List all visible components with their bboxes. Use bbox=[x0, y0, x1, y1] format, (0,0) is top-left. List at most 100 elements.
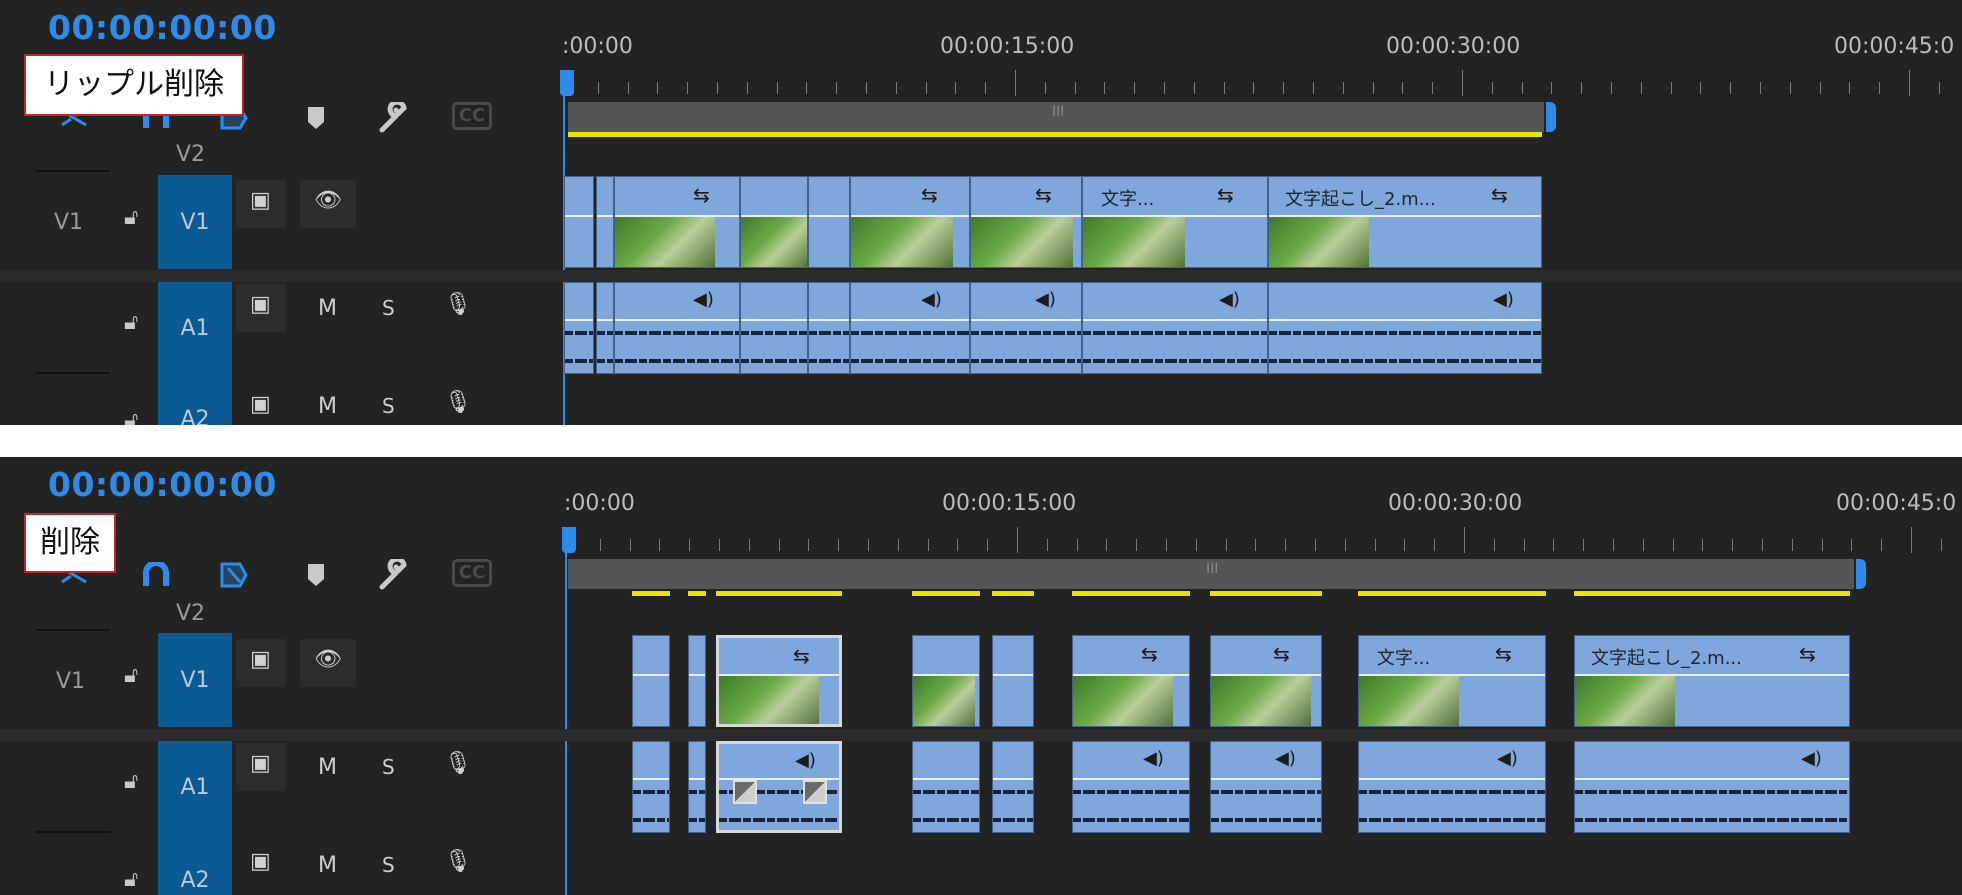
microphone-icon[interactable]: 🎙︎ bbox=[444, 751, 472, 776]
audio-clip[interactable]: ◀) bbox=[1268, 282, 1542, 374]
audio-clip[interactable] bbox=[632, 741, 670, 833]
lock-icon[interactable]: 🔓︎ bbox=[124, 663, 138, 688]
audio-speaker-icon: ◀) bbox=[1275, 748, 1296, 769]
linked-selection-icon[interactable] bbox=[136, 557, 176, 593]
track-label-v2[interactable]: V2 bbox=[176, 142, 205, 167]
track-target-a2[interactable]: A2 bbox=[158, 374, 232, 425]
video-clip[interactable]: 文字... ⇆ bbox=[1082, 176, 1268, 268]
timecode-display[interactable]: 00:00:00:00 bbox=[48, 8, 277, 47]
video-clip[interactable]: ⇆ bbox=[850, 176, 970, 268]
work-area-bar[interactable]: III bbox=[568, 559, 1854, 589]
track-target-a1[interactable]: A1 bbox=[158, 282, 232, 374]
video-clip[interactable]: ⇆ bbox=[1210, 635, 1322, 727]
track-output-icon[interactable]: ▣ bbox=[250, 849, 271, 874]
audio-clip[interactable]: ◀) bbox=[970, 282, 1082, 374]
eye-icon[interactable]: 👁︎ bbox=[314, 647, 342, 672]
audio-clip[interactable] bbox=[992, 741, 1034, 833]
ruler-tick bbox=[1342, 82, 1344, 94]
audio-clip[interactable]: ◀) bbox=[1574, 741, 1850, 833]
mute-button[interactable]: M bbox=[318, 755, 337, 780]
audio-clip[interactable]: ◀) bbox=[1358, 741, 1546, 833]
microphone-icon[interactable]: 🎙︎ bbox=[444, 292, 472, 317]
video-clip[interactable]: 文字... ⇆ bbox=[1358, 635, 1546, 727]
video-clip[interactable] bbox=[992, 635, 1034, 727]
microphone-icon[interactable]: 🎙︎ bbox=[444, 849, 472, 874]
mute-button[interactable]: M bbox=[318, 394, 337, 419]
ruler-label: 00:00:30:00 bbox=[1388, 491, 1523, 516]
source-patch-v1[interactable]: V1 bbox=[54, 210, 83, 235]
audio-clip[interactable]: ◀) bbox=[1082, 282, 1268, 374]
video-clip[interactable]: ⇆ bbox=[614, 176, 740, 268]
mute-button[interactable]: M bbox=[318, 853, 337, 878]
video-clip[interactable]: 文字起こし_2.m... ⇆ bbox=[1268, 176, 1542, 268]
playhead-handle[interactable] bbox=[562, 527, 576, 553]
insert-edit-icon[interactable] bbox=[214, 557, 254, 593]
solo-button[interactable]: S bbox=[382, 755, 395, 779]
lock-icon[interactable]: 🔓︎ bbox=[124, 867, 138, 892]
add-marker-icon[interactable] bbox=[296, 557, 336, 593]
ruler-tick bbox=[1700, 82, 1702, 94]
audio-clip[interactable]: ◀) bbox=[1072, 741, 1190, 833]
audio-clip[interactable] bbox=[564, 282, 594, 374]
audio-clip[interactable] bbox=[596, 282, 614, 374]
video-clip[interactable] bbox=[740, 176, 808, 268]
ruler-tick bbox=[1225, 539, 1227, 551]
ruler-tick bbox=[1702, 539, 1704, 551]
microphone-icon[interactable]: 🎙︎ bbox=[444, 390, 472, 415]
audio-clip-selected[interactable]: ◀) bbox=[716, 741, 842, 833]
video-clip[interactable] bbox=[912, 635, 980, 727]
lock-icon[interactable]: 🔓︎ bbox=[124, 205, 138, 230]
add-marker-icon[interactable] bbox=[296, 100, 336, 136]
solo-button[interactable]: S bbox=[382, 296, 395, 320]
source-patch-v1[interactable]: V1 bbox=[56, 669, 85, 694]
track-output-icon[interactable]: ▣ bbox=[250, 292, 271, 317]
work-area-end-handle[interactable] bbox=[1856, 559, 1866, 589]
track-target-a2[interactable]: A2 bbox=[158, 833, 232, 895]
audio-transition-icon[interactable] bbox=[803, 780, 827, 804]
ruler-tick bbox=[1849, 82, 1851, 94]
audio-clip[interactable]: ◀) bbox=[614, 282, 740, 374]
track-target-v1[interactable]: V1 bbox=[158, 175, 232, 269]
track-output-icon[interactable]: ▣ bbox=[250, 647, 271, 672]
lock-icon[interactable]: 🔓︎ bbox=[124, 310, 138, 335]
timecode-display[interactable]: 00:00:00:00 bbox=[48, 465, 277, 504]
solo-button[interactable]: S bbox=[382, 394, 395, 418]
audio-clip[interactable] bbox=[740, 282, 808, 374]
lock-icon[interactable]: 🔓︎ bbox=[124, 408, 138, 425]
video-clip[interactable]: 文字起こし_2.m... ⇆ bbox=[1574, 635, 1850, 727]
audio-clip[interactable] bbox=[808, 282, 850, 374]
solo-button[interactable]: S bbox=[382, 853, 395, 877]
video-clip[interactable] bbox=[596, 176, 614, 268]
video-clip[interactable] bbox=[564, 176, 594, 268]
audio-transition-icon[interactable] bbox=[733, 780, 757, 804]
audio-speaker-icon: ◀) bbox=[795, 750, 816, 771]
track-target-v1[interactable]: V1 bbox=[158, 633, 232, 727]
video-clip[interactable] bbox=[808, 176, 850, 268]
track-label-v2[interactable]: V2 bbox=[176, 601, 205, 626]
closed-captions-icon[interactable]: CC bbox=[452, 559, 492, 587]
track-output-icon[interactable]: ▣ bbox=[250, 188, 271, 213]
eye-icon[interactable]: 👁︎ bbox=[314, 188, 342, 213]
mute-button[interactable]: M bbox=[318, 296, 337, 321]
wrench-icon[interactable] bbox=[372, 100, 412, 136]
audio-clip[interactable]: ◀) bbox=[1210, 741, 1322, 833]
time-ruler[interactable]: :00:00 00:00:15:00 00:00:30:00 00:00:45:… bbox=[562, 0, 1962, 100]
track-target-a1[interactable]: A1 bbox=[158, 741, 232, 833]
track-output-icon[interactable]: ▣ bbox=[250, 392, 271, 417]
time-ruler[interactable]: :00:00 00:00:15:00 00:00:30:00 00:00:45:… bbox=[562, 457, 1962, 557]
track-output-icon[interactable]: ▣ bbox=[250, 751, 271, 776]
audio-clip[interactable] bbox=[912, 741, 980, 833]
closed-captions-icon[interactable]: CC bbox=[452, 102, 492, 130]
video-clip[interactable]: ⇆ bbox=[1072, 635, 1190, 727]
video-clip[interactable]: ⇆ bbox=[970, 176, 1082, 268]
video-clip[interactable] bbox=[688, 635, 706, 727]
lock-icon[interactable]: 🔓︎ bbox=[124, 769, 138, 794]
work-area-end-handle[interactable] bbox=[1546, 102, 1556, 132]
audio-clip[interactable]: ◀) bbox=[850, 282, 970, 374]
work-area-bar[interactable]: III bbox=[568, 102, 1544, 132]
video-clip-selected[interactable]: ⇆ bbox=[716, 635, 842, 727]
wrench-icon[interactable] bbox=[372, 557, 412, 593]
playhead-handle[interactable] bbox=[560, 70, 574, 96]
video-clip[interactable] bbox=[632, 635, 670, 727]
audio-clip[interactable] bbox=[688, 741, 706, 833]
